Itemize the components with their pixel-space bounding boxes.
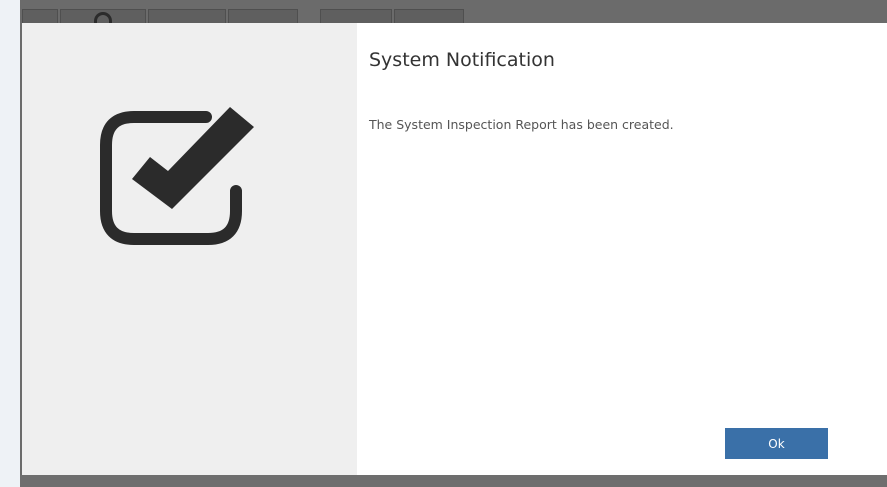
notification-dialog: System Notification The System Inspectio… xyxy=(22,23,887,475)
bottom-bar xyxy=(20,475,887,487)
dialog-title: System Notification xyxy=(369,49,555,71)
toolbar-icon-2[interactable] xyxy=(60,9,146,26)
toolbar-icon-4[interactable] xyxy=(228,9,298,23)
dialog-content: System Notification The System Inspectio… xyxy=(357,23,887,475)
dialog-icon-panel xyxy=(22,23,357,475)
ok-button[interactable]: Ok xyxy=(725,428,828,459)
dialog-message: The System Inspection Report has been cr… xyxy=(369,117,674,132)
toolbar-icon-1[interactable] xyxy=(22,9,58,23)
toolbar-icon-6[interactable] xyxy=(394,9,464,23)
checkbox-checked-icon xyxy=(100,107,254,245)
toolbar-icon-3[interactable] xyxy=(148,9,226,23)
toolbar-icon-5[interactable] xyxy=(320,9,392,23)
